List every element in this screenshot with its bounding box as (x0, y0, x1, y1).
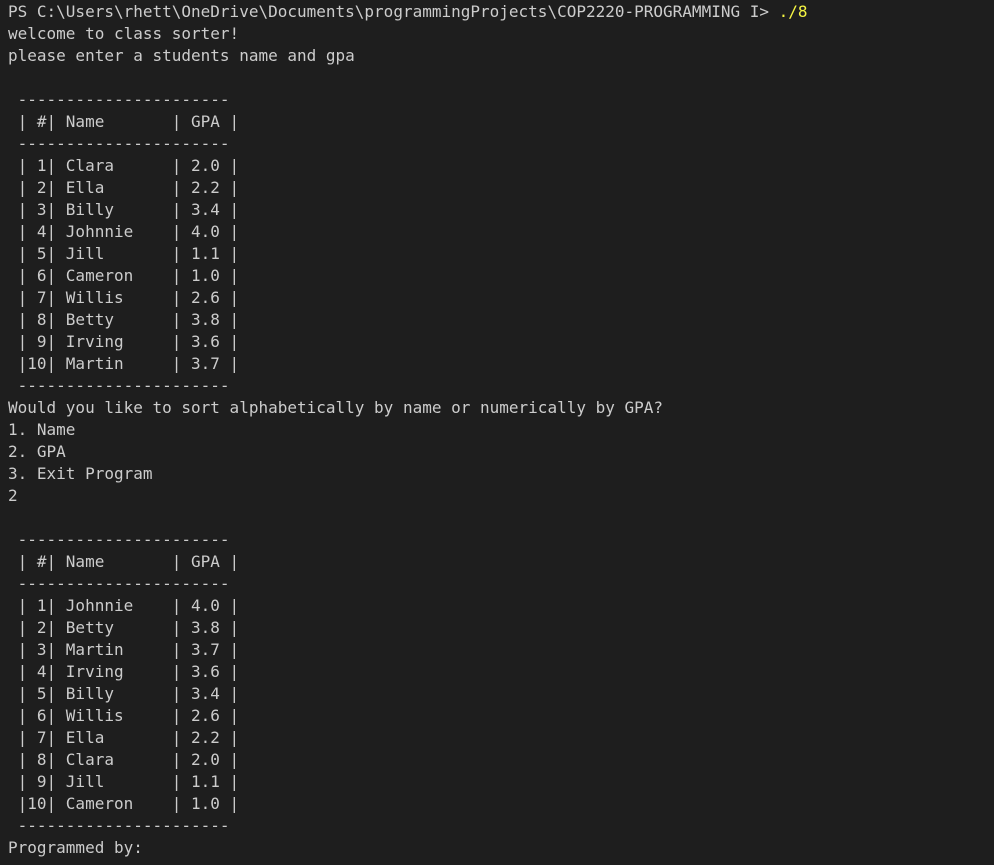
table-row: | 4| Johnnie | 4.0 | (8, 222, 240, 241)
table-row: | 5| Jill | 1.1 | (8, 244, 240, 263)
table-row: | 2| Ella | 2.2 | (8, 178, 240, 197)
output-line: welcome to class sorter! (8, 24, 240, 43)
output-line: Programmed by: (8, 838, 143, 857)
prompt-line: PS C:\Users\rhett\OneDrive\Documents\pro… (8, 1, 994, 23)
table-border: ---------------------- (8, 134, 230, 153)
table-row: | 3| Billy | 3.4 | (8, 200, 240, 219)
menu-option: 2. GPA (8, 442, 66, 461)
menu-option: 1. Name (8, 420, 76, 439)
table-row: | 9| Jill | 1.1 | (8, 772, 240, 791)
output-line: please enter a students name and gpa (8, 46, 355, 65)
terminal-window[interactable]: PS C:\Users\rhett\OneDrive\Documents\pro… (0, 0, 994, 865)
prompt-path: PS C:\Users\rhett\OneDrive\Documents\pro… (8, 2, 779, 21)
table-row: | 7| Ella | 2.2 | (8, 728, 240, 747)
table-row: |10| Martin | 3.7 | (8, 354, 240, 373)
table-row: | 8| Betty | 3.8 | (8, 310, 240, 329)
table-border: ---------------------- (8, 530, 230, 549)
table-row: | 7| Willis | 2.6 | (8, 288, 240, 307)
table-row: | 1| Clara | 2.0 | (8, 156, 240, 175)
menu-option: 3. Exit Program (8, 464, 153, 483)
table-border: ---------------------- (8, 376, 230, 395)
prompt-command: ./8 (778, 2, 808, 21)
table-row: | 8| Clara | 2.0 | (8, 750, 240, 769)
table-row: | 3| Martin | 3.7 | (8, 640, 240, 659)
table-border: ---------------------- (8, 816, 230, 835)
table-header: | #| Name | GPA | (8, 112, 240, 131)
menu-question: Would you like to sort alphabetically by… (8, 398, 664, 417)
table-row: |10| Cameron | 1.0 | (8, 794, 240, 813)
table-row: | 6| Willis | 2.6 | (8, 706, 240, 725)
table-row: | 6| Cameron | 1.0 | (8, 266, 240, 285)
table-row: | 4| Irving | 3.6 | (8, 662, 240, 681)
table-header: | #| Name | GPA | (8, 552, 240, 571)
table-border: ---------------------- (8, 574, 230, 593)
table-row: | 9| Irving | 3.6 | (8, 332, 240, 351)
table-row: | 5| Billy | 3.4 | (8, 684, 240, 703)
table-border: ---------------------- (8, 90, 230, 109)
table-row: | 2| Betty | 3.8 | (8, 618, 240, 637)
table-row: | 1| Johnnie | 4.0 | (8, 596, 240, 615)
user-input: 2 (8, 486, 18, 505)
